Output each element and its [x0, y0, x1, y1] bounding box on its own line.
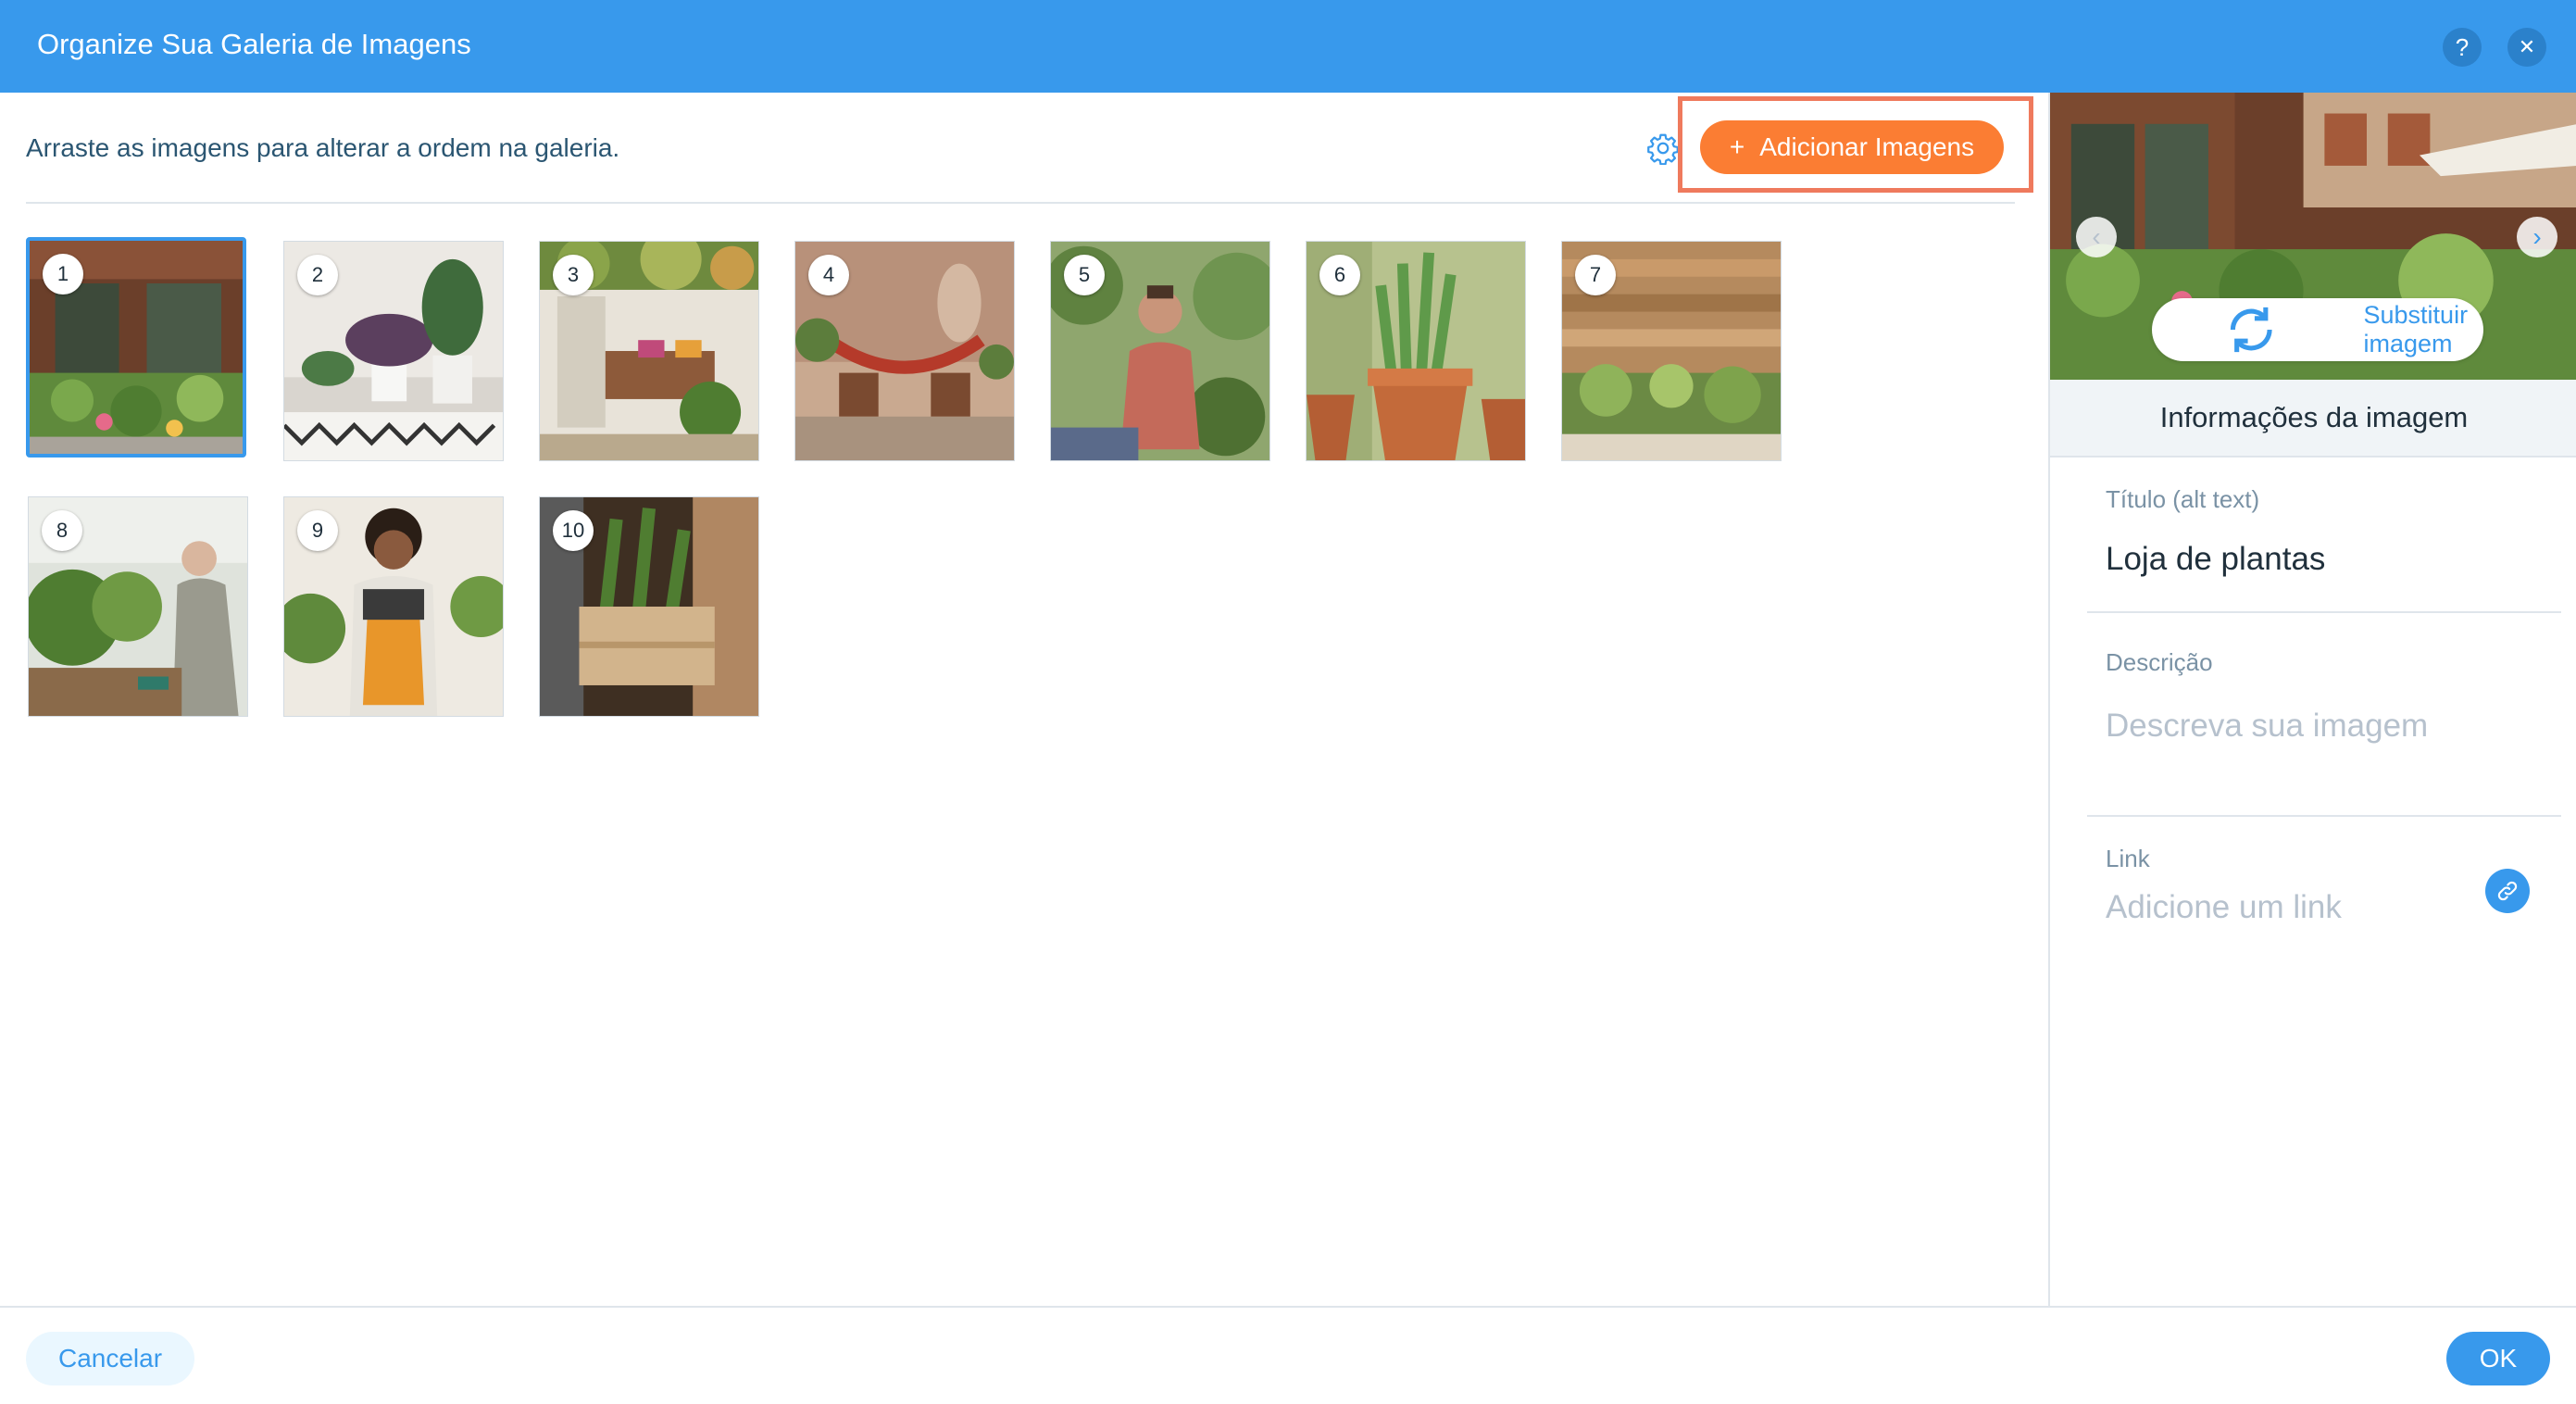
- field-divider: [2087, 815, 2561, 817]
- gallery-organizer: Arraste as imagens para alterar a ordem …: [0, 93, 2048, 1306]
- gear-icon[interactable]: [1646, 132, 1680, 165]
- field-divider: [2087, 611, 2561, 613]
- image-preview: ‹ › Substituir imagem: [2050, 93, 2576, 380]
- image-number-badge: 8: [42, 510, 82, 551]
- close-button[interactable]: ✕: [2507, 28, 2546, 67]
- next-image-button[interactable]: ›: [2517, 217, 2557, 257]
- link-field-label: Link: [2106, 845, 2150, 872]
- chevron-left-icon: ‹: [2092, 222, 2101, 251]
- gallery-thumbnail[interactable]: 5: [1050, 241, 1270, 461]
- dialog-header: Organize Sua Galeria de Imagens ? ✕: [0, 0, 2576, 93]
- image-number-badge: 5: [1064, 255, 1105, 295]
- image-number-badge: 2: [297, 255, 338, 295]
- image-number-badge: 1: [43, 254, 83, 295]
- gallery-thumbnail[interactable]: 3: [539, 241, 759, 461]
- gallery-thumbnail[interactable]: 10: [539, 496, 759, 717]
- image-number-badge: 3: [553, 255, 594, 295]
- image-details-panel: ‹ › Substituir imagem Informações da ima…: [2048, 93, 2576, 1306]
- replace-image-label: Substituir imagem: [2363, 301, 2469, 357]
- gallery-thumbnail[interactable]: 7: [1561, 241, 1782, 461]
- image-number-badge: 4: [808, 255, 849, 295]
- help-icon: ?: [2455, 32, 2470, 61]
- gallery-thumbnail[interactable]: 8: [28, 496, 248, 717]
- divider: [26, 202, 2015, 204]
- dialog-title: Organize Sua Galeria de Imagens: [37, 28, 471, 60]
- gallery-thumbnail[interactable]: 1: [26, 237, 246, 458]
- image-number-badge: 10: [553, 510, 594, 551]
- instruction-text: Arraste as imagens para alterar a ordem …: [26, 133, 620, 162]
- link-icon: [2497, 881, 2518, 901]
- gallery-thumbnail[interactable]: 4: [794, 241, 1015, 461]
- image-info-heading: Informações da imagem: [2050, 380, 2576, 458]
- close-icon: ✕: [2518, 35, 2536, 58]
- plus-icon: +: [1729, 132, 1745, 161]
- dialog-footer: Cancelar OK: [0, 1306, 2576, 1404]
- gallery-thumbnail[interactable]: 6: [1306, 241, 1526, 461]
- description-field-label: Descrição: [2106, 648, 2213, 676]
- ok-button[interactable]: OK: [2446, 1332, 2550, 1385]
- link-field[interactable]: Adicione um link: [2106, 889, 2342, 926]
- title-field[interactable]: Loja de plantas: [2106, 541, 2325, 578]
- cancel-button[interactable]: Cancelar: [26, 1332, 194, 1385]
- gallery-thumbnail[interactable]: 2: [283, 241, 504, 461]
- add-images-button[interactable]: + Adicionar Imagens: [1700, 120, 2004, 174]
- description-field[interactable]: Descreva sua imagem: [2106, 708, 2428, 745]
- previous-image-button[interactable]: ‹: [2076, 217, 2117, 257]
- image-number-badge: 9: [297, 510, 338, 551]
- help-button[interactable]: ?: [2443, 28, 2482, 67]
- add-images-label: Adicionar Imagens: [1759, 132, 1975, 161]
- replace-image-button[interactable]: Substituir imagem: [2152, 298, 2483, 361]
- image-number-badge: 7: [1575, 255, 1616, 295]
- image-number-badge: 6: [1319, 255, 1360, 295]
- gallery-thumbnail[interactable]: 9: [283, 496, 504, 717]
- link-button[interactable]: [2485, 869, 2530, 913]
- title-field-label: Título (alt text): [2106, 485, 2260, 513]
- chevron-right-icon: ›: [2532, 222, 2542, 251]
- refresh-icon: [2230, 307, 2272, 353]
